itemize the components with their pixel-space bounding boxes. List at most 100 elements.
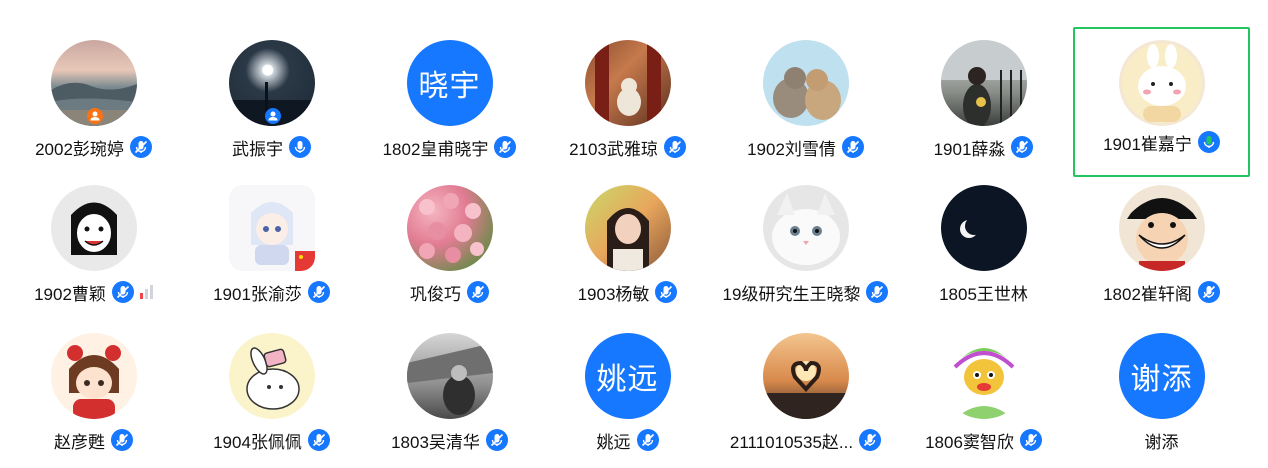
mic-muted-icon[interactable] — [663, 136, 686, 158]
participant-name-row: 1901薛淼 — [895, 134, 1072, 160]
participant-tile[interactable]: 1901张渝莎 — [183, 165, 360, 315]
participant-tile[interactable]: 1803吴清华 — [361, 313, 538, 463]
participant-grid: 2002彭琬婷 武振宇 晓宇 1802皇甫晓宇 2103武雅琼 1902刘雪倩 … — [0, 0, 1268, 468]
avatar — [762, 185, 849, 271]
mic-muted-icon[interactable] — [636, 429, 659, 451]
avatar — [406, 185, 493, 271]
participant-name: 2103武雅琼 — [569, 139, 658, 159]
participant-name-row: 武振宇 — [183, 134, 360, 160]
participant-tile-active-speaker[interactable]: 1901崔嘉宁 — [1073, 27, 1250, 177]
host-badge-icon — [87, 108, 103, 124]
avatar — [762, 333, 849, 419]
participant-tile[interactable]: 1901薛淼 — [895, 20, 1072, 170]
avatar — [50, 333, 137, 419]
participant-tile[interactable]: 1903杨敏 — [539, 165, 716, 315]
avatar — [228, 185, 315, 271]
person-photo — [940, 40, 1027, 126]
participant-name: 赵彦甦 — [54, 432, 105, 452]
participant-name: 1803吴清华 — [391, 432, 480, 452]
mic-muted-icon[interactable] — [841, 136, 864, 158]
avatar — [940, 333, 1027, 419]
participant-name-row: 赵彦甦 — [5, 427, 182, 453]
luffy-avatar — [1126, 198, 1197, 271]
avatar — [940, 40, 1027, 126]
participant-name: 1805王世林 — [939, 284, 1028, 304]
participant-tile[interactable]: 19级研究生王晓黎 — [717, 165, 894, 315]
participant-name-row: 1805王世林 — [895, 279, 1072, 305]
participant-name: 1902曹颖 — [34, 284, 106, 304]
mic-muted-icon[interactable] — [1011, 136, 1034, 158]
participant-name: 1903杨敏 — [577, 284, 650, 304]
cartoon-avatar — [953, 348, 1014, 419]
mic-muted-icon[interactable] — [467, 281, 489, 303]
participant-tile[interactable]: 2103武雅琼 — [539, 20, 716, 170]
mic-muted-icon[interactable] — [307, 281, 330, 303]
participant-tile[interactable]: 1802崔轩阁 — [1073, 165, 1250, 315]
mic-muted-icon[interactable] — [866, 281, 889, 303]
cartoon-girl-avatar — [70, 202, 117, 255]
mic-muted-icon[interactable] — [111, 429, 133, 451]
cohost-badge-icon — [265, 108, 281, 124]
mic-muted-icon[interactable] — [485, 429, 508, 451]
participant-name-row: 1901张渝莎 — [183, 279, 360, 305]
avatar — [406, 333, 493, 419]
participant-tile[interactable]: 1806窦智欣 — [895, 313, 1072, 463]
mic-muted-icon[interactable] — [859, 429, 882, 451]
participant-name-row: 2002彭琬婷 — [5, 134, 182, 160]
avatar — [940, 185, 1027, 271]
participant-name: 1901张渝莎 — [213, 284, 302, 304]
participant-name-row: 2103武雅琼 — [539, 134, 716, 160]
mic-muted-icon[interactable] — [129, 136, 152, 158]
mic-muted-icon[interactable] — [111, 281, 134, 303]
cats-photo — [772, 67, 841, 120]
network-signal-icon — [139, 285, 153, 299]
avatar — [584, 185, 671, 271]
participant-tile[interactable]: 1902刘雪倩 — [717, 20, 894, 170]
participant-name: 1802崔轩阁 — [1103, 284, 1192, 304]
participant-tile[interactable]: 谢添 谢添 — [1073, 313, 1250, 463]
participant-name-row: 1803吴清华 — [361, 427, 538, 453]
participant-name: 1902刘雪倩 — [747, 139, 836, 159]
participant-name-row: 姚远 — [539, 427, 716, 453]
participant-tile[interactable]: 1902曹颖 — [5, 165, 182, 315]
text-avatar: 姚远 — [584, 333, 671, 419]
participant-name: 1901崔嘉宁 — [1103, 134, 1192, 154]
mic-muted-icon[interactable] — [655, 281, 678, 303]
bw-person-photo — [406, 343, 493, 415]
participant-name: 1901薛淼 — [933, 139, 1006, 159]
participant-name: 1806窦智欣 — [925, 432, 1014, 452]
avatar — [50, 185, 137, 271]
cartoon-girl-avatar — [66, 345, 121, 419]
mic-muted-icon[interactable] — [494, 136, 517, 158]
participant-tile[interactable]: 1904张佩佩 — [183, 313, 360, 463]
participant-tile[interactable]: 姚远 姚远 — [539, 313, 716, 463]
participant-name-row: 2111010535赵... — [717, 427, 894, 453]
mic-muted-icon[interactable] — [1197, 281, 1220, 303]
participant-name: 1802皇甫晓宇 — [382, 139, 489, 159]
mic-muted-icon[interactable] — [307, 429, 330, 451]
participant-tile[interactable]: 1805王世林 — [895, 165, 1072, 315]
participant-name-row: 1901崔嘉宁 — [1073, 129, 1250, 155]
bunny-avatar — [245, 347, 300, 410]
participant-name-row: 1802皇甫晓宇 — [361, 134, 538, 160]
participant-tile[interactable]: 2111010535赵... — [717, 313, 894, 463]
mic-muted-icon[interactable] — [1019, 429, 1042, 451]
anime-avatar — [250, 202, 315, 271]
participant-name-row: 巩俊巧 — [361, 279, 538, 305]
participant-name-row: 1904张佩佩 — [183, 427, 360, 453]
participant-tile[interactable]: 武振宇 — [183, 20, 360, 170]
person-photo — [606, 208, 649, 271]
avatar — [762, 40, 849, 126]
participant-name-row: 1902刘雪倩 — [717, 134, 894, 160]
text-avatar: 谢添 — [1118, 333, 1205, 419]
participant-tile[interactable]: 晓宇 1802皇甫晓宇 — [361, 20, 538, 170]
participant-name: 武振宇 — [232, 139, 283, 159]
mic-on-icon[interactable] — [289, 136, 311, 158]
participant-tile[interactable]: 巩俊巧 — [361, 165, 538, 315]
participant-tile[interactable]: 2002彭琬婷 — [5, 20, 182, 170]
participant-name-row: 1802崔轩阁 — [1073, 279, 1250, 305]
mic-speaking-icon[interactable] — [1197, 131, 1220, 153]
participant-name-row: 1902曹颖 — [5, 279, 182, 305]
participant-tile[interactable]: 赵彦甦 — [5, 313, 182, 463]
participant-name-row: 1903杨敏 — [539, 279, 716, 305]
